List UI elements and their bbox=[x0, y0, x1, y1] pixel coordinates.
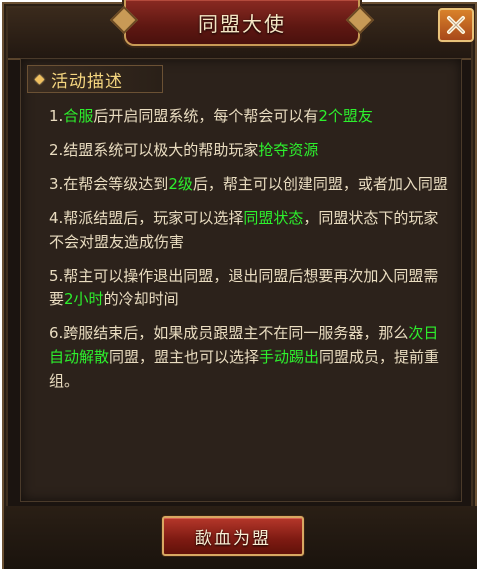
rule-text: 1. bbox=[49, 107, 64, 125]
rule-highlight: 同盟状态 bbox=[243, 208, 304, 227]
rule-highlight: 2小时 bbox=[64, 290, 104, 309]
rule-item: 6.跨服结束后，如果成员跟盟主不在同一服务器，那么次日自动解散同盟，盟主也可以选… bbox=[49, 322, 449, 394]
rule-item: 2.结盟系统可以极大的帮助玩家抢夺资源 bbox=[49, 139, 449, 163]
rule-text: 后开启同盟系统，每个帮会可以有 bbox=[93, 107, 319, 125]
rule-highlight: 2级 bbox=[168, 174, 193, 193]
close-x-icon bbox=[447, 16, 465, 34]
form-alliance-button[interactable]: 歃血为盟 bbox=[162, 516, 304, 556]
rules-list: 1.合服后开启同盟系统，每个帮会可以有2个盟友 2.结盟系统可以极大的帮助玩家抢夺… bbox=[49, 105, 449, 394]
rule-item: 1.合服后开启同盟系统，每个帮会可以有2个盟友 bbox=[49, 105, 449, 129]
rule-item: 3.在帮会等级达到2级后，帮主可以创建同盟，或者加入同盟 bbox=[49, 173, 449, 197]
section-header: 活动描述 bbox=[27, 65, 163, 93]
rule-item: 5.帮主可以操作退出同盟，退出同盟后想要再次加入同盟需要2小时的冷却时间 bbox=[49, 265, 449, 313]
dialog-title: 同盟大使 bbox=[198, 11, 286, 36]
rule-text: 同盟，盟主也可以选择 bbox=[109, 348, 260, 367]
rule-item: 4.帮派结盟后，玩家可以选择同盟状态，同盟状态下的玩家不会对盟友造成伤害 bbox=[49, 207, 449, 255]
rule-text: 的冷却时间 bbox=[103, 290, 179, 309]
section-title: 活动描述 bbox=[51, 71, 123, 92]
rule-text: 3.在帮会等级达到 bbox=[49, 174, 169, 193]
rule-highlight: 手动踢出 bbox=[259, 348, 320, 367]
rule-text: 后，帮主可以创建同盟，或者加入同盟 bbox=[192, 174, 448, 193]
rule-text: 2.结盟系统可以极大的帮助玩家 bbox=[49, 140, 259, 159]
title-plate: 同盟大使 bbox=[124, 0, 360, 46]
rule-text: 4.帮派结盟后，玩家可以选择 bbox=[49, 208, 244, 227]
rule-text: 6.跨服结束后，如果成员跟盟主不在同一服务器，那么 bbox=[49, 324, 409, 343]
rule-highlight: 2个盟友 bbox=[318, 107, 373, 125]
rule-highlight: 抢夺资源 bbox=[258, 140, 319, 159]
diamond-bullet-icon bbox=[34, 74, 45, 84]
close-button[interactable] bbox=[438, 8, 474, 42]
rule-highlight: 合服 bbox=[63, 107, 94, 125]
description-panel: 活动描述 1.合服后开启同盟系统，每个帮会可以有2个盟友 2.结盟系统可以极大的帮… bbox=[20, 58, 462, 502]
